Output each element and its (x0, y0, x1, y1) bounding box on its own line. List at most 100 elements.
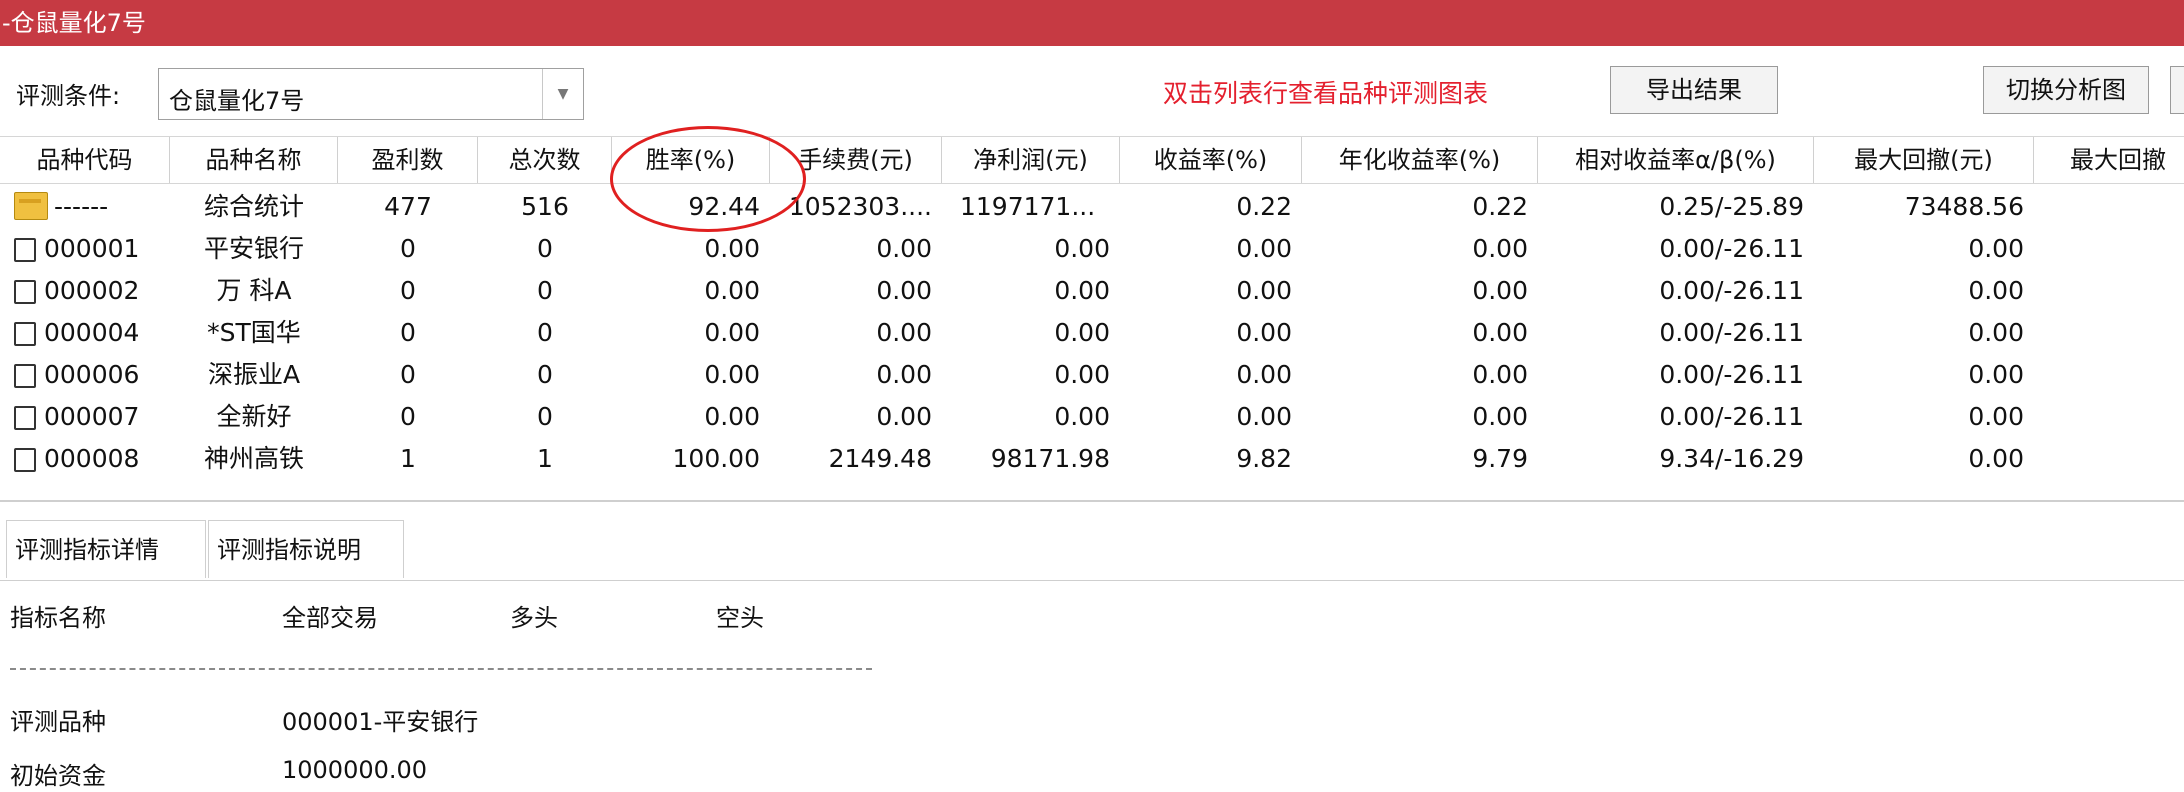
cell-fee: 1052303.... (788, 192, 932, 221)
cell-max-drawdown: 0.00 (1968, 444, 2024, 473)
cell-fee: 0.00 (876, 360, 932, 389)
cell-total: 0 (537, 234, 553, 263)
cell-return-rate: 0.00 (1236, 234, 1292, 263)
cell-max-drawdown: 0.00 (1968, 402, 2024, 431)
cell-alpha-beta: 0.00/-26.11 (1659, 276, 1804, 305)
cell-fee: 0.00 (876, 234, 932, 263)
cell-net-profit: 1197171... (960, 192, 1096, 221)
table-divider (0, 500, 2184, 502)
switch-chart-button[interactable]: 切换分析图 (1983, 66, 2149, 114)
chevron-down-icon[interactable]: ▼ (542, 69, 583, 119)
cell-return-rate: 0.00 (1236, 276, 1292, 305)
cell-return-rate: 9.82 (1236, 444, 1292, 473)
cell-alpha-beta: 0.00/-26.11 (1659, 360, 1804, 389)
cell-fee: 0.00 (876, 318, 932, 347)
column-header-return-rate[interactable]: 收益率(%) (1120, 137, 1302, 183)
column-header-fee[interactable]: 手续费(元) (770, 137, 942, 183)
cell-alpha-beta: 9.34/-16.29 (1659, 444, 1804, 473)
folder-icon (14, 192, 48, 220)
toolbar: 评测条件: 仓鼠量化7号 ▼ 双击列表行查看品种评测图表 导出结果 切换分析图 (0, 46, 2184, 134)
condition-label: 评测条件: (16, 82, 121, 110)
cell-net-profit: 0.00 (1054, 276, 1110, 305)
cell-return-rate: 0.22 (1236, 192, 1292, 221)
stock-icon (14, 448, 36, 472)
overflow-button[interactable] (2170, 66, 2184, 114)
cell-win-rate: 100.00 (672, 444, 760, 473)
stock-icon (14, 238, 36, 262)
table-row-summary[interactable]: ------ 综合统计 477 516 92.44 1052303.... 11… (0, 186, 2184, 228)
cell-win-rate: 0.00 (704, 234, 760, 263)
column-header-annual-return[interactable]: 年化收益率(%) (1302, 137, 1538, 183)
column-header-max-drawdown[interactable]: 最大回撤(元) (1814, 137, 2034, 183)
cell-return-rate: 0.00 (1236, 360, 1292, 389)
cell-win-rate: 0.00 (704, 402, 760, 431)
cell-annual-return: 0.22 (1472, 192, 1528, 221)
cell-name: 综合统计 (203, 192, 304, 221)
cell-name: 平安银行 (203, 234, 304, 263)
tab-metric-description[interactable]: 评测指标说明 (208, 520, 404, 578)
cell-code: ------ (54, 192, 109, 221)
table-row[interactable]: 000006 深振业A 0 0 0.00 0.00 0.00 0.00 0.00… (0, 354, 2184, 396)
cell-net-profit: 0.00 (1054, 318, 1110, 347)
stock-icon (14, 406, 36, 430)
cell-annual-return: 0.00 (1472, 402, 1528, 431)
cell-total: 1 (537, 444, 553, 473)
cell-annual-return: 0.00 (1472, 318, 1528, 347)
table-row[interactable]: 000002 万 科A 0 0 0.00 0.00 0.00 0.00 0.00… (0, 270, 2184, 312)
cell-code: 000001 (44, 234, 140, 263)
column-header-max-drawdown-pct[interactable]: 最大回撤 (2034, 137, 2184, 183)
condition-select-value: 仓鼠量化7号 (169, 87, 305, 115)
cell-code: 000008 (44, 444, 140, 473)
column-header-total[interactable]: 总次数 (478, 137, 612, 183)
cell-name: *ST国华 (207, 318, 301, 347)
export-results-button[interactable]: 导出结果 (1610, 66, 1778, 114)
cell-max-drawdown: 0.00 (1968, 360, 2024, 389)
condition-select[interactable]: 仓鼠量化7号 ▼ (158, 68, 584, 120)
column-header-code[interactable]: 品种代码 (0, 137, 170, 183)
detail-header-metric: 指标名称 (10, 604, 106, 632)
tab-metric-details[interactable]: 评测指标详情 (6, 520, 206, 578)
cell-win-rate: 0.00 (704, 318, 760, 347)
detail-row-value: 000001-平安银行 (282, 708, 479, 736)
cell-name: 神州高铁 (203, 444, 304, 473)
cell-max-drawdown: 0.00 (1968, 318, 2024, 347)
cell-name: 万 科A (216, 276, 292, 305)
detail-row-value: 1000000.00 (282, 756, 428, 784)
results-table-body: ------ 综合统计 477 516 92.44 1052303.... 11… (0, 186, 2184, 496)
table-row[interactable]: 000001 平安银行 0 0 0.00 0.00 0.00 0.00 0.00… (0, 228, 2184, 270)
cell-wins: 0 (400, 234, 416, 263)
cell-wins: 0 (400, 360, 416, 389)
cell-wins: 1 (400, 444, 416, 473)
stock-icon (14, 280, 36, 304)
cell-fee: 0.00 (876, 402, 932, 431)
detail-header-long: 多头 (510, 604, 558, 632)
column-header-win-rate[interactable]: 胜率(%) (612, 137, 770, 183)
table-row[interactable]: 000007 全新好 0 0 0.00 0.00 0.00 0.00 0.00 … (0, 396, 2184, 438)
detail-header-all: 全部交易 (282, 604, 378, 632)
window-titlebar: -仓鼠量化7号 (0, 0, 2184, 46)
cell-max-drawdown: 0.00 (1968, 276, 2024, 305)
table-row[interactable]: 000004 *ST国华 0 0 0.00 0.00 0.00 0.00 0.0… (0, 312, 2184, 354)
column-header-wins[interactable]: 盈利数 (338, 137, 478, 183)
column-header-net-profit[interactable]: 净利润(元) (942, 137, 1120, 183)
cell-fee: 2149.48 (828, 444, 932, 473)
metric-details-panel: 指标名称 全部交易 多头 空头 评测品种 000001-平安银行 初始资金 10… (0, 580, 2184, 792)
cell-alpha-beta: 0.00/-26.11 (1659, 318, 1804, 347)
cell-alpha-beta: 0.25/-25.89 (1659, 192, 1804, 221)
detail-row-label: 评测品种 (10, 708, 106, 736)
cell-code: 000007 (44, 402, 140, 431)
cell-win-rate: 0.00 (704, 360, 760, 389)
cell-code: 000002 (44, 276, 140, 305)
cell-name: 深振业A (207, 360, 301, 389)
cell-net-profit: 0.00 (1054, 402, 1110, 431)
cell-fee: 0.00 (876, 276, 932, 305)
column-header-alpha-beta[interactable]: 相对收益率α/β(%) (1538, 137, 1814, 183)
cell-annual-return: 0.00 (1472, 276, 1528, 305)
double-click-hint: 双击列表行查看品种评测图表 (1163, 79, 1489, 108)
table-row[interactable]: 000008 神州高铁 1 1 100.00 2149.48 98171.98 … (0, 438, 2184, 480)
cell-total: 0 (537, 276, 553, 305)
detail-row-label: 初始资金 (10, 762, 106, 790)
cell-wins: 0 (400, 402, 416, 431)
cell-alpha-beta: 0.00/-26.11 (1659, 402, 1804, 431)
column-header-name[interactable]: 品种名称 (170, 137, 338, 183)
